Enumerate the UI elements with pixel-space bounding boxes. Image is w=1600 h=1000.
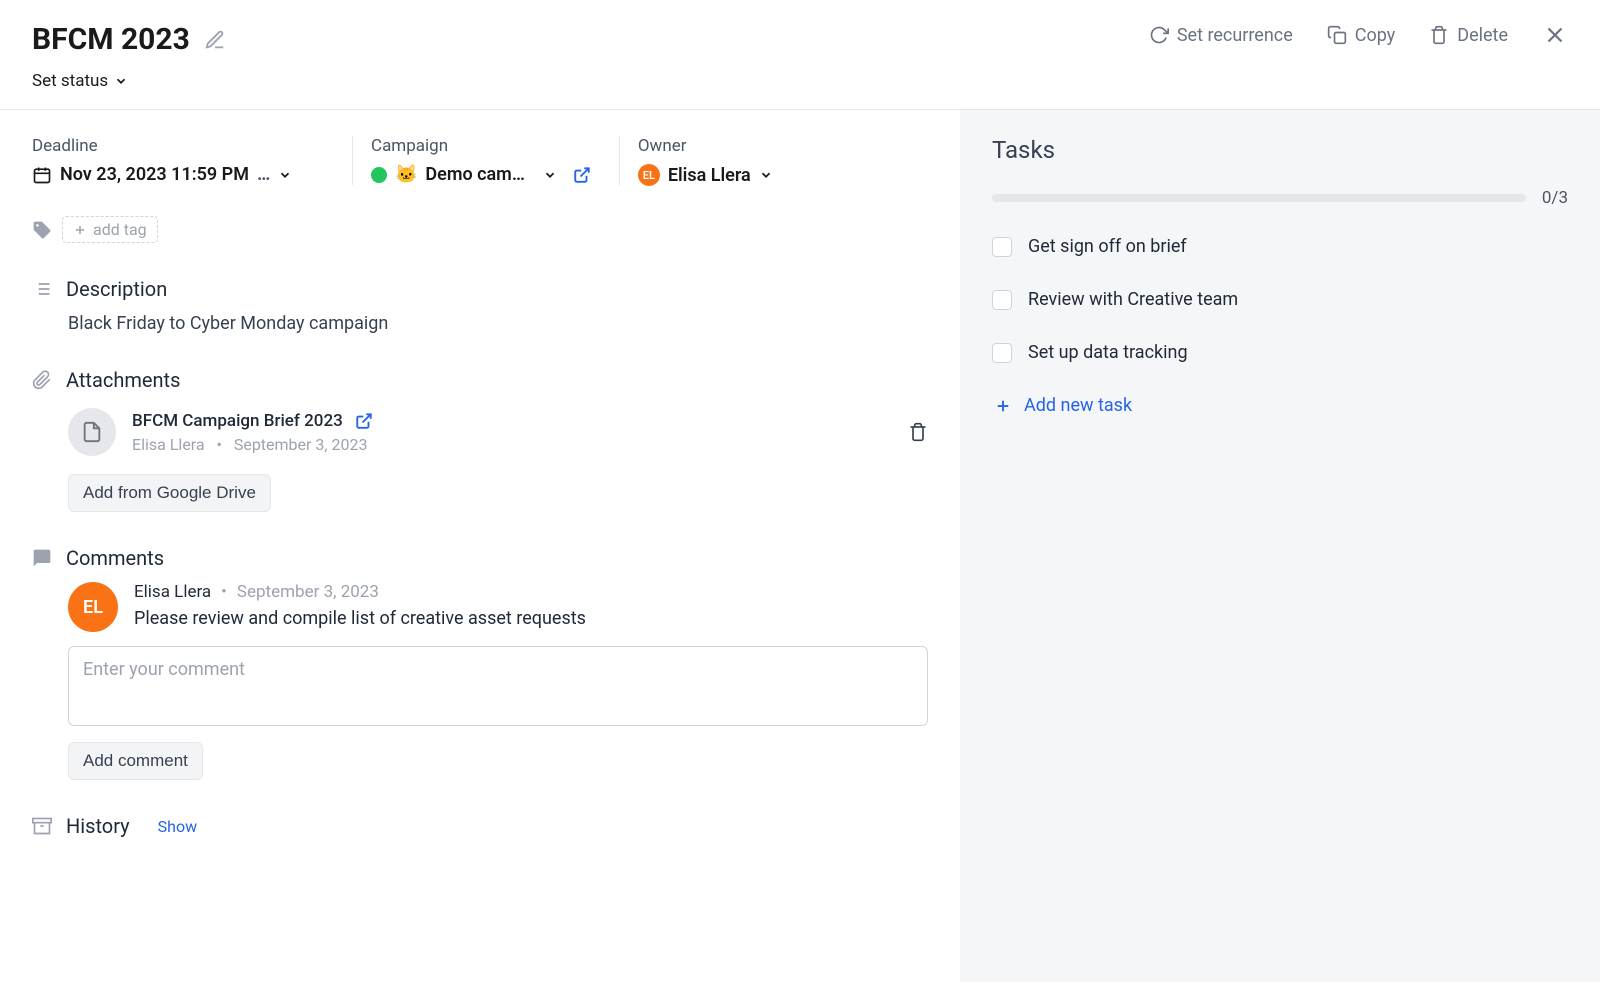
task-label[interactable]: Review with Creative team <box>1028 289 1238 310</box>
add-task-label: Add new task <box>1024 395 1132 416</box>
comment-text: Please review and compile list of creati… <box>134 608 586 629</box>
chevron-down-icon <box>278 168 292 182</box>
add-tag-label: add tag <box>93 220 147 239</box>
comment-author: Elisa Llera <box>134 582 211 602</box>
task-label[interactable]: Get sign off on brief <box>1028 236 1187 257</box>
page-title: BFCM 2023 <box>32 22 190 57</box>
tasks-heading: Tasks <box>992 136 1568 164</box>
task-checkbox[interactable] <box>992 290 1012 310</box>
tag-icon <box>32 220 52 240</box>
campaign-label: Campaign <box>371 136 591 156</box>
attachment-date: September 3, 2023 <box>234 435 368 454</box>
status-dot-icon <box>371 167 387 183</box>
history-show-link[interactable]: Show <box>158 817 197 836</box>
chevron-down-icon <box>543 168 557 182</box>
close-button[interactable] <box>1542 22 1568 48</box>
list-icon <box>32 279 52 299</box>
file-icon <box>68 408 116 456</box>
description-heading: Description <box>66 277 167 301</box>
delete-button[interactable]: Delete <box>1429 25 1508 46</box>
attachment-row: BFCM Campaign Brief 2023 Elisa Llera • S… <box>68 404 928 460</box>
external-link-icon[interactable] <box>573 166 591 184</box>
comment-icon <box>32 548 52 568</box>
comment-avatar: EL <box>68 582 118 632</box>
main-panel: Deadline Nov 23, 2023 11:59 PM … Campaig… <box>0 110 960 982</box>
add-from-drive-button[interactable]: Add from Google Drive <box>68 474 271 512</box>
add-task-button[interactable]: Add new task <box>994 395 1568 416</box>
set-recurrence-button[interactable]: Set recurrence <box>1149 25 1293 46</box>
chevron-down-icon <box>114 74 128 88</box>
add-tag-button[interactable]: add tag <box>62 216 158 243</box>
tasks-panel: Tasks 0/3 Get sign off on brief Review w… <box>960 110 1600 982</box>
comment-row: EL Elisa Llera • September 3, 2023 Pleas… <box>68 582 928 632</box>
delete-label: Delete <box>1457 25 1508 46</box>
paperclip-icon <box>32 370 52 390</box>
copy-button[interactable]: Copy <box>1327 25 1396 46</box>
owner-value[interactable]: EL Elisa Llera <box>638 164 773 186</box>
calendar-icon <box>32 165 52 185</box>
description-text: Black Friday to Cyber Monday campaign <box>68 313 928 334</box>
archive-icon <box>32 816 52 836</box>
comments-heading: Comments <box>66 546 164 570</box>
task-checkbox[interactable] <box>992 343 1012 363</box>
trash-icon <box>1429 25 1449 45</box>
owner-label: Owner <box>638 136 773 156</box>
page-header: BFCM 2023 Set status Set recurrence Copy <box>0 0 1600 110</box>
copy-label: Copy <box>1355 25 1396 46</box>
deadline-value[interactable]: Nov 23, 2023 11:59 PM … <box>32 164 324 185</box>
task-label[interactable]: Set up data tracking <box>1028 342 1188 363</box>
history-heading: History <box>66 814 130 838</box>
refresh-icon <box>1149 25 1169 45</box>
deadline-label: Deadline <box>32 136 324 156</box>
external-link-icon[interactable] <box>355 412 373 430</box>
set-status-dropdown[interactable]: Set status <box>32 71 226 91</box>
task-row: Review with Creative team <box>992 289 1568 310</box>
tasks-progress-count: 0/3 <box>1542 188 1568 208</box>
task-checkbox[interactable] <box>992 237 1012 257</box>
plus-icon <box>994 397 1012 415</box>
comment-input[interactable] <box>68 646 928 726</box>
plus-icon <box>73 223 87 237</box>
trash-icon[interactable] <box>908 422 928 442</box>
set-recurrence-label: Set recurrence <box>1177 25 1293 46</box>
attachment-name[interactable]: BFCM Campaign Brief 2023 <box>132 411 343 431</box>
task-row: Set up data tracking <box>992 342 1568 363</box>
attachments-heading: Attachments <box>66 368 180 392</box>
set-status-label: Set status <box>32 71 108 91</box>
edit-title-icon[interactable] <box>204 29 226 51</box>
campaign-emoji-icon: 🐱 <box>395 164 417 185</box>
comment-date: September 3, 2023 <box>237 582 379 602</box>
copy-icon <box>1327 25 1347 45</box>
owner-avatar: EL <box>638 164 660 186</box>
task-row: Get sign off on brief <box>992 236 1568 257</box>
close-icon <box>1542 22 1568 48</box>
chevron-down-icon <box>759 168 773 182</box>
campaign-value[interactable]: 🐱 Demo cam… <box>371 164 591 185</box>
attachment-author: Elisa Llera <box>132 435 205 454</box>
tasks-progress-bar <box>992 194 1526 202</box>
add-comment-button[interactable]: Add comment <box>68 742 203 780</box>
ellipsis-indicator: … <box>257 164 270 185</box>
